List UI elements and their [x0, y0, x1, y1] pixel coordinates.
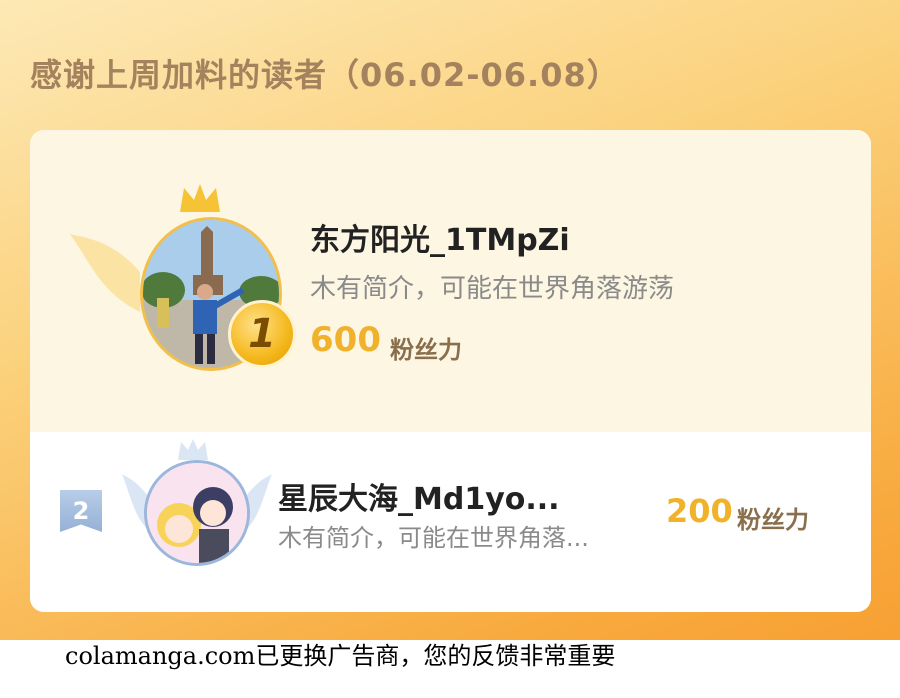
page-title: 感谢上周加料的读者（06.02-06.08） — [30, 56, 620, 94]
rank-2-badge: 2 — [60, 490, 102, 532]
leader-bio: 木有简介，可能在世界角落... — [278, 524, 589, 552]
avatar[interactable] — [144, 460, 250, 566]
leader-name[interactable]: 东方阳光_1TMpZi — [310, 215, 570, 259]
site-notice: colamanga.com已更换广告商，您的反馈非常重要 — [65, 642, 616, 670]
fan-power-unit: 粉丝力 — [737, 506, 809, 534]
rank-1-avatar-frame: 1 — [70, 182, 296, 372]
fan-power-value: 200 — [666, 492, 733, 530]
leader-bio: 木有简介，可能在世界角落游荡 — [310, 274, 675, 304]
fan-power-value: 600 — [310, 320, 381, 360]
rank-2-avatar-frame — [122, 438, 272, 578]
supporters-panel: 感谢上周加料的读者（06.02-06.08） 1 东方阳光_1TMpZi 木有简… — [0, 0, 900, 640]
fan-power-unit: 粉丝力 — [390, 336, 462, 364]
leaderboard-card: 1 东方阳光_1TMpZi 木有简介，可能在世界角落游荡 600 粉丝力 2 星… — [30, 130, 871, 612]
rank-1-medal: 1 — [228, 300, 296, 368]
leader-name[interactable]: 星辰大海_Md1yo... — [278, 474, 560, 518]
crown-icon — [180, 184, 220, 212]
leader-row-1[interactable]: 1 东方阳光_1TMpZi 木有简介，可能在世界角落游荡 600 粉丝力 — [30, 130, 871, 432]
crown-icon — [178, 439, 208, 460]
leader-row-2[interactable]: 2 星辰大海_Md1yo... 木有简介，可能在世界角落... 200 粉丝力 — [30, 432, 871, 612]
